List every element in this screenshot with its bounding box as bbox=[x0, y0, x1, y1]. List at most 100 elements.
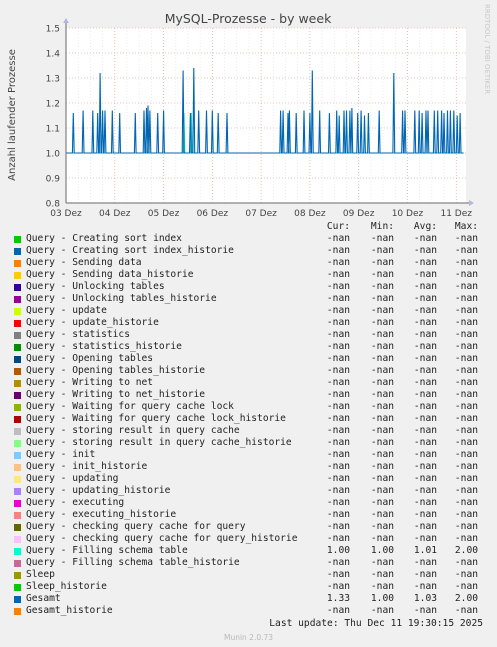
legend-min-value: -nan bbox=[370, 257, 394, 268]
legend-avg-value: -nan bbox=[413, 245, 437, 256]
legend-label: Query - Creating sort index bbox=[26, 233, 182, 244]
legend-min-value: 1.00 bbox=[370, 593, 394, 604]
legend-max-value: -nan bbox=[454, 377, 478, 388]
legend-max-value: -nan bbox=[454, 497, 478, 508]
legend-min-value: -nan bbox=[370, 317, 394, 328]
legend-label: Gesamt_historie bbox=[26, 605, 113, 616]
legend-label: Query - Unlocking tables bbox=[26, 281, 165, 292]
legend-min-value: -nan bbox=[370, 485, 394, 496]
legend-label: Query - init bbox=[26, 449, 96, 460]
legend: Cur: Min: Avg: Max: Query - Creating sor… bbox=[12, 221, 492, 617]
legend-header-avg: Avg: bbox=[413, 221, 437, 232]
legend-label: Query - Writing to net bbox=[26, 377, 154, 388]
legend-swatch bbox=[14, 272, 21, 279]
y-tick-label: 0.8 bbox=[46, 200, 61, 210]
plot-background bbox=[66, 28, 466, 203]
legend-min-value: -nan bbox=[370, 569, 394, 580]
legend-min-value: -nan bbox=[370, 557, 394, 568]
legend-cur-value: -nan bbox=[326, 257, 350, 268]
legend-max-value: -nan bbox=[454, 233, 478, 244]
legend-min-value: -nan bbox=[370, 449, 394, 460]
legend-cur-value: -nan bbox=[326, 473, 350, 484]
chart: MySQL-Prozesse - by week Anzahl laufende… bbox=[0, 0, 497, 225]
legend-avg-value: -nan bbox=[413, 341, 437, 352]
legend-row: Query - init_historie -nan -nan -nan -nan bbox=[12, 461, 492, 473]
chart-svg: MySQL-Prozesse - by week Anzahl laufende… bbox=[7, 4, 491, 219]
legend-swatch bbox=[14, 608, 21, 615]
legend-swatch bbox=[14, 284, 21, 291]
legend-label: Query - executing bbox=[26, 497, 125, 508]
legend-max-value: -nan bbox=[454, 257, 478, 268]
legend-min-value: -nan bbox=[370, 233, 394, 244]
legend-min-value: -nan bbox=[370, 269, 394, 280]
legend-cur-value: -nan bbox=[326, 365, 350, 376]
legend-avg-value: -nan bbox=[413, 449, 437, 460]
legend-cur-value: -nan bbox=[326, 413, 350, 424]
legend-min-value: -nan bbox=[370, 245, 394, 256]
legend-max-value: -nan bbox=[454, 461, 478, 472]
legend-avg-value: -nan bbox=[413, 329, 437, 340]
legend-row: Gesamt_historie -nan -nan -nan -nan bbox=[12, 605, 492, 617]
legend-max-value: -nan bbox=[454, 269, 478, 280]
legend-label: Query - checking query cache for query bbox=[26, 521, 246, 532]
legend-cur-value: -nan bbox=[326, 497, 350, 508]
legend-swatch bbox=[14, 296, 21, 303]
legend-swatch bbox=[14, 428, 21, 435]
legend-min-value: -nan bbox=[370, 461, 394, 472]
legend-avg-value: -nan bbox=[413, 389, 437, 400]
legend-cur-value: -nan bbox=[326, 329, 350, 340]
legend-max-value: -nan bbox=[454, 521, 478, 532]
legend-max-value: -nan bbox=[454, 605, 478, 616]
legend-swatch bbox=[14, 560, 21, 567]
legend-label: Query - update_historie bbox=[26, 317, 159, 328]
legend-avg-value: -nan bbox=[413, 533, 437, 544]
legend-max-value: -nan bbox=[454, 533, 478, 544]
legend-swatch bbox=[14, 392, 21, 399]
legend-avg-value: -nan bbox=[413, 425, 437, 436]
legend-max-value: 2.00 bbox=[454, 593, 478, 604]
legend-cur-value: -nan bbox=[326, 389, 350, 400]
legend-avg-value: 1.01 bbox=[413, 545, 437, 556]
legend-min-value: -nan bbox=[370, 497, 394, 508]
legend-label: Query - Filling schema table_historie bbox=[26, 557, 240, 568]
legend-avg-value: -nan bbox=[413, 377, 437, 388]
legend-max-value: -nan bbox=[454, 341, 478, 352]
legend-cur-value: -nan bbox=[326, 449, 350, 460]
legend-avg-value: -nan bbox=[413, 461, 437, 472]
rrdtool-label: RRDTOOL / TOBI OETIKER bbox=[483, 4, 491, 94]
legend-row: Query - Unlocking tables -nan -nan -nan -nan bbox=[12, 281, 492, 293]
legend-row: Query - storing result in query cache -na… bbox=[12, 425, 492, 437]
legend-swatch bbox=[14, 308, 21, 315]
legend-label: Query - Unlocking tables_historie bbox=[26, 293, 217, 304]
legend-avg-value: -nan bbox=[413, 569, 437, 580]
legend-row: Query - Sending data -nan -nan -nan -nan bbox=[12, 257, 492, 269]
x-tick-label: 07 Dez bbox=[245, 209, 277, 219]
legend-row: Query - update -nan -nan -nan -nan bbox=[12, 305, 492, 317]
legend-swatch bbox=[14, 464, 21, 471]
legend-max-value: -nan bbox=[454, 245, 478, 256]
legend-rows: Query - Creating sort index -nan -nan -nan -… bbox=[12, 233, 492, 617]
legend-swatch bbox=[14, 380, 21, 387]
legend-max-value: -nan bbox=[454, 509, 478, 520]
legend-min-value: -nan bbox=[370, 353, 394, 364]
y-tick-label: 1.5 bbox=[46, 25, 60, 35]
legend-label: Query - Creating sort index_historie bbox=[26, 245, 234, 256]
x-tick-label: 10 Dez bbox=[392, 209, 424, 219]
x-axis-arrow bbox=[469, 200, 474, 206]
legend-label: Query - updating bbox=[26, 473, 119, 484]
legend-row: Query - checking query cache for query_h… bbox=[12, 533, 492, 545]
legend-min-value: -nan bbox=[370, 473, 394, 484]
legend-row: Query - executing -nan -nan -nan -nan bbox=[12, 497, 492, 509]
legend-min-value: -nan bbox=[370, 377, 394, 388]
legend-row: Query - Unlocking tables_historie -nan -na… bbox=[12, 293, 492, 305]
x-tick-label: 03 Dez bbox=[50, 209, 82, 219]
x-tick-label: 11 Dez bbox=[440, 209, 472, 219]
legend-min-value: -nan bbox=[370, 281, 394, 292]
legend-cur-value: -nan bbox=[326, 533, 350, 544]
legend-cur-value: -nan bbox=[326, 269, 350, 280]
legend-max-value: -nan bbox=[454, 473, 478, 484]
legend-label: Query - storing result in query cache bbox=[26, 425, 240, 436]
legend-min-value: -nan bbox=[370, 401, 394, 412]
legend-header-min: Min: bbox=[370, 221, 394, 232]
legend-row: Query - Filling schema table 1.00 1.00 1.01… bbox=[12, 545, 492, 557]
